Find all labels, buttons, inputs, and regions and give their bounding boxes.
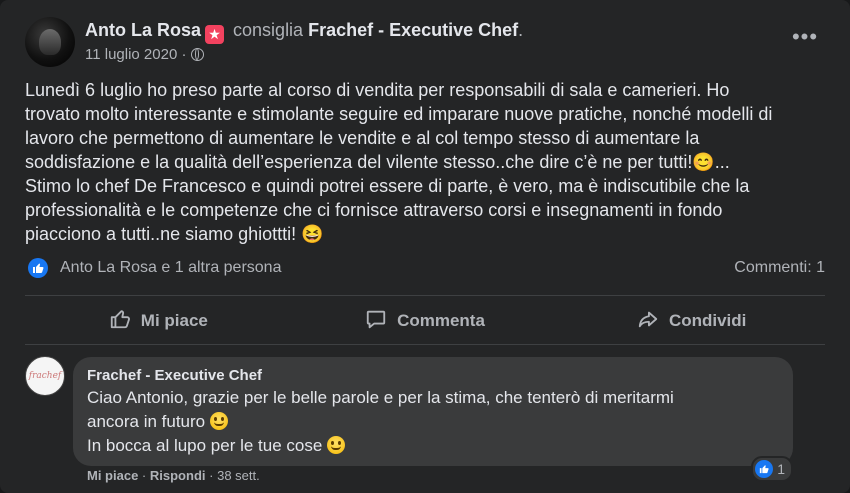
comment-bubble: Frachef - Executive Chef Ciao Antonio, g… — [73, 357, 793, 466]
comment-footer: Mi piace · Rispondi · 38 sett. — [87, 468, 260, 483]
comment-reply-link[interactable]: Rispondi — [150, 468, 206, 483]
thumbs-up-icon — [109, 308, 131, 335]
action-bar: Mi piace Commenta Condividi — [25, 298, 825, 344]
post-date[interactable]: 11 luglio 2020 — [85, 46, 177, 63]
reactions-bar: Anto La Rosa e 1 altra persona Commenti:… — [28, 257, 825, 281]
comment-time[interactable]: 38 sett. — [217, 468, 260, 483]
like-reaction-icon — [755, 460, 774, 478]
page-name[interactable]: Frachef - Executive Chef — [308, 20, 518, 40]
like-label: Mi piace — [140, 311, 208, 330]
reactors-text[interactable]: Anto La Rosa e 1 altra persona — [60, 259, 281, 277]
divider — [25, 295, 825, 296]
post-meta: 11 luglio 2020 · — [85, 46, 204, 63]
share-label: Condividi — [668, 311, 747, 330]
smile-emoji-icon — [327, 436, 346, 454]
divider — [25, 344, 825, 345]
recommend-star-icon: ★ — [205, 25, 225, 44]
commenter-avatar[interactable]: frachef — [25, 356, 65, 396]
author-name[interactable]: Anto La Rosa — [85, 20, 201, 40]
reaction-count: 1 — [777, 461, 785, 477]
meta-separator: · — [181, 46, 187, 63]
footer-separator: · — [209, 468, 214, 483]
comment-line: Ciao Antonio, grazie per le belle parole… — [87, 388, 674, 407]
trailing-period: . — [518, 20, 524, 40]
footer-separator: · — [141, 468, 147, 483]
more-options-button[interactable]: ••• — [785, 25, 825, 55]
comment-text: Ciao Antonio, grazie per le belle parole… — [87, 386, 779, 458]
post-text-line: professionalità e le competenze che ci f… — [25, 200, 723, 220]
author-avatar[interactable] — [25, 17, 75, 67]
more-icon: ••• — [791, 24, 819, 49]
commenter-logo: frachef — [28, 371, 62, 381]
comment-line: In bocca al lupo per le tue cose — [87, 436, 323, 455]
comment-label: Commenta — [397, 311, 485, 330]
comment-line: ancora in futuro — [87, 412, 206, 431]
post-text-line: trovato molto interessante e stimolante … — [25, 104, 773, 124]
post-text-line: piacciono a tutti..ne siamo ghiottti! 😆 — [25, 224, 324, 244]
globe-icon — [190, 48, 204, 61]
like-reaction-icon[interactable] — [28, 258, 48, 278]
post-text-line: Stimo lo chef De Francesco e quindi potr… — [25, 176, 750, 196]
speech-bubble-icon — [365, 308, 387, 335]
recommends-verb: consiglia — [233, 20, 304, 40]
comment: frachef Frachef - Executive Chef Ciao An… — [25, 356, 825, 486]
comment-like-link[interactable]: Mi piace — [87, 468, 138, 483]
post-text-line: soddisfazione e la qualità dell’esperien… — [25, 152, 730, 172]
post-headline: Anto La Rosa ★ consiglia Frachef - Execut… — [85, 20, 523, 44]
share-button[interactable]: Condividi — [558, 298, 825, 344]
post-text-line: Lunedì 6 luglio ho preso parte al corso … — [25, 80, 730, 100]
comments-count[interactable]: Commenti: 1 — [734, 259, 825, 277]
comment-reaction-count[interactable]: 1 — [751, 456, 793, 482]
like-button[interactable]: Mi piace — [25, 298, 292, 344]
post-text-line: lavoro che permettono di aumentare le ve… — [25, 128, 700, 148]
comment-button[interactable]: Commenta — [292, 298, 559, 344]
post-card: Anto La Rosa ★ consiglia Frachef - Execut… — [0, 0, 850, 493]
share-arrow-icon — [637, 308, 659, 335]
smile-emoji-icon — [209, 412, 228, 430]
post-body: Lunedì 6 luglio ho preso parte al corso … — [25, 78, 825, 246]
post-header: Anto La Rosa ★ consiglia Frachef - Execut… — [25, 17, 825, 67]
comment-author[interactable]: Frachef - Executive Chef — [87, 367, 779, 384]
